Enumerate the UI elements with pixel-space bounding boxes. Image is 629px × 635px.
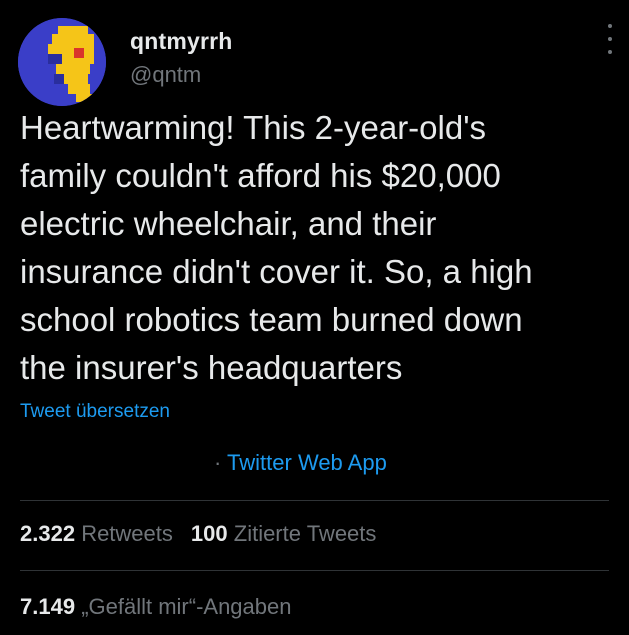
more-options-icon[interactable] [605,24,615,54]
tweet-text: Heartwarming! This 2-year-old's family c… [20,109,533,386]
author-display-name[interactable]: qntmyrrh [130,28,233,55]
source-app-link[interactable]: Twitter Web App [227,450,387,475]
dot [608,24,612,28]
divider [20,500,609,501]
likes-stat[interactable]: 7.149 „Gefällt mir“-Angaben [20,594,292,620]
quotes-stat[interactable]: 100 Zitierte Tweets [191,521,377,546]
pixel-face-avatar-icon [18,18,106,106]
quotes-label: Zitierte Tweets [233,521,377,546]
retweets-count: 2.322 [20,521,76,546]
likes-label: „Gefällt mir“-Angaben [81,594,292,619]
tweet-stats: 2.322 Retweets 100 Zitierte Tweets [20,521,376,547]
dot [608,37,612,41]
retweets-stat[interactable]: 2.322 Retweets [20,521,173,546]
translate-tweet-link[interactable]: Tweet übersetzen [20,401,170,423]
quotes-count: 100 [190,521,228,546]
avatar[interactable] [18,18,106,106]
retweets-label: Retweets [81,521,173,546]
dot [608,50,612,54]
likes-count: 7.149 [20,594,76,619]
author-handle[interactable]: @qntm [130,62,201,88]
divider [20,570,609,571]
source-separator: · [214,450,222,475]
tweet-source: · Twitter Web App [214,450,387,476]
